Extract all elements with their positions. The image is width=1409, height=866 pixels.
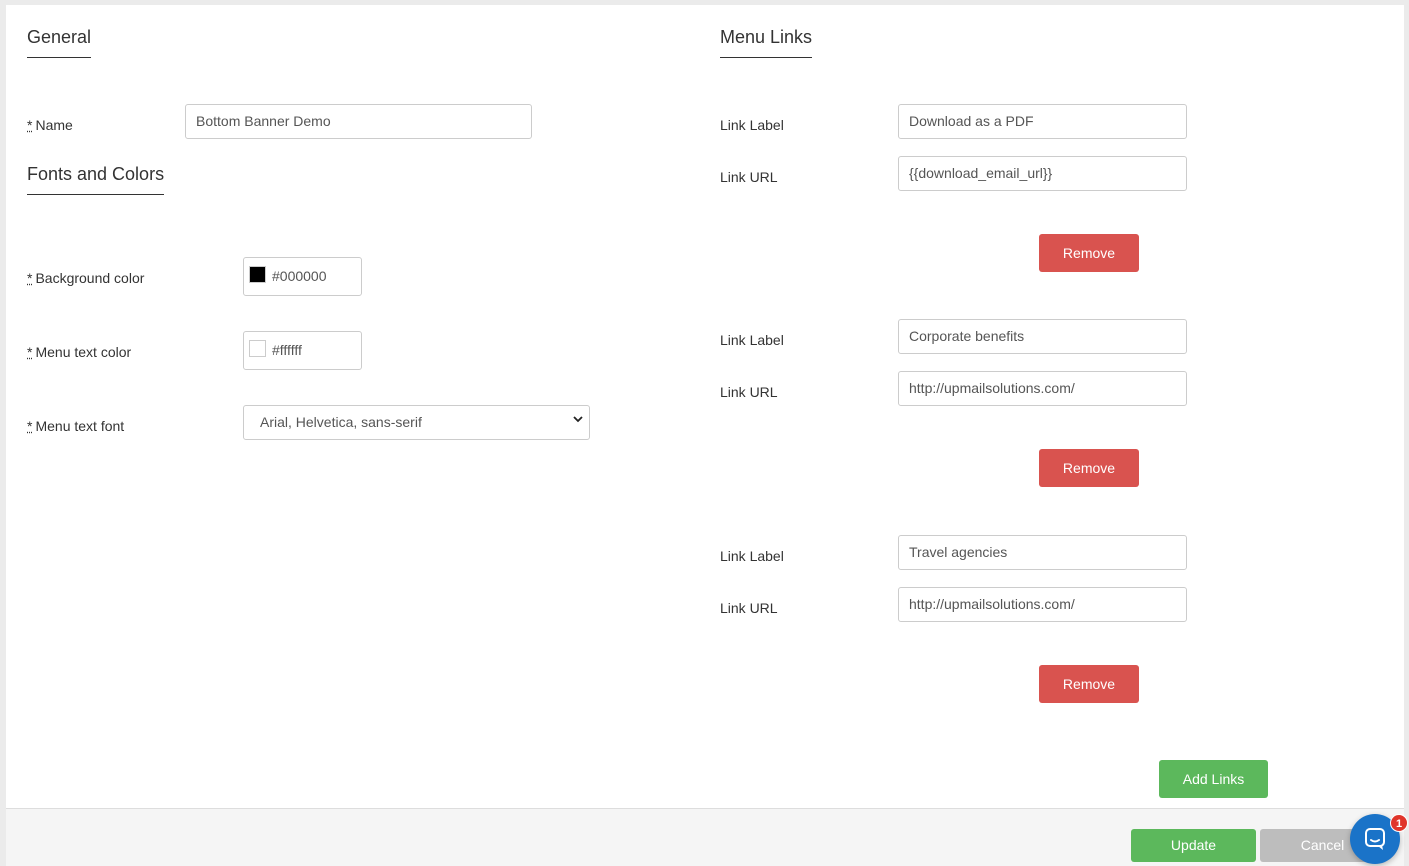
background-color-label: * Background color <box>27 270 145 286</box>
link-url-input[interactable]: http://upmailsolutions.com/ <box>898 587 1187 622</box>
link-url-caption: Link URL <box>720 600 778 616</box>
remove-link-button[interactable]: Remove <box>1039 449 1139 487</box>
menu-text-color-value: #ffffff <box>272 342 302 358</box>
link-label-caption: Link Label <box>720 548 784 564</box>
menu-text-font-value: Arial, Helvetica, sans-serif <box>260 414 422 430</box>
link-url-caption: Link URL <box>720 169 778 185</box>
menu-text-color-input[interactable]: #ffffff <box>243 331 362 370</box>
link-label-input[interactable]: Corporate benefits <box>898 319 1187 354</box>
link-url-caption: Link URL <box>720 384 778 400</box>
menu-links-section-title: Menu Links <box>720 27 813 58</box>
remove-link-button[interactable]: Remove <box>1039 665 1139 703</box>
required-marker: * <box>27 418 33 434</box>
menu-text-font-label: * Menu text font <box>27 418 125 434</box>
link-label-input[interactable]: Travel agencies <box>898 535 1187 570</box>
chat-icon <box>1365 828 1385 850</box>
required-marker: * <box>27 117 33 133</box>
link-label-caption: Link Label <box>720 117 784 133</box>
remove-link-button[interactable]: Remove <box>1039 234 1139 272</box>
required-marker: * <box>27 344 33 360</box>
fonts-colors-section-title: Fonts and Colors <box>27 164 165 195</box>
menu-text-color-label: * Menu text color <box>27 344 132 360</box>
general-section-title: General <box>27 27 92 58</box>
background-color-swatch[interactable] <box>249 266 266 283</box>
background-color-value: #000000 <box>272 268 327 284</box>
link-url-input[interactable]: http://upmailsolutions.com/ <box>898 371 1187 406</box>
link-url-input[interactable]: {{download_email_url}} <box>898 156 1187 191</box>
add-links-button[interactable]: Add Links <box>1159 760 1268 798</box>
name-input[interactable]: Bottom Banner Demo <box>185 104 532 139</box>
menu-text-font-select[interactable]: Arial, Helvetica, sans-serif <box>243 405 590 440</box>
link-label-input[interactable]: Download as a PDF <box>898 104 1187 139</box>
name-label: * Name <box>27 117 73 133</box>
chat-notification-badge: 1 <box>1390 814 1408 832</box>
menu-text-color-swatch[interactable] <box>249 340 266 357</box>
update-button[interactable]: Update <box>1131 829 1256 862</box>
chevron-down-icon <box>573 416 583 423</box>
link-label-caption: Link Label <box>720 332 784 348</box>
required-marker: * <box>27 270 33 286</box>
background-color-input[interactable]: #000000 <box>243 257 362 296</box>
